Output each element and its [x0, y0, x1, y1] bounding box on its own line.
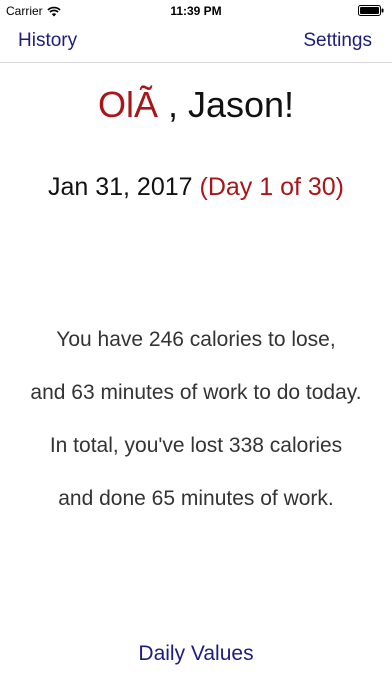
- battery-icon: [358, 5, 384, 16]
- app-screen: Carrier 11:39 PM History Settings OlÃ , …: [0, 0, 392, 696]
- current-date: Jan 31, 2017: [47, 173, 193, 201]
- navigation-bar: History Settings: [0, 22, 392, 63]
- settings-button[interactable]: Settings: [303, 30, 372, 52]
- summary-line-calories-left: You have 246 calories to lose,: [56, 328, 336, 351]
- progress-summary: You have 246 calories to lose, and 63 mi…: [0, 320, 392, 532]
- date-line: Jan 31, 2017 (Day 1 of 30): [0, 173, 392, 202]
- daily-values-button[interactable]: Daily Values: [0, 642, 392, 666]
- status-time: 11:39 PM: [170, 4, 222, 18]
- greeting: OlÃ , Jason!: [0, 84, 392, 126]
- history-button[interactable]: History: [18, 30, 77, 52]
- summary-line-calories-lost: In total, you've lost 338 calories: [49, 434, 343, 457]
- status-bar: Carrier 11:39 PM: [0, 0, 392, 22]
- greeting-hello: OlÃ: [97, 84, 158, 125]
- day-count: (Day 1 of 30): [199, 173, 345, 201]
- summary-line-minutes-done: and done 65 minutes of work.: [58, 487, 334, 510]
- summary-line-minutes-left: and 63 minutes of work to do today.: [30, 381, 362, 404]
- greeting-name: , Jason!: [157, 84, 295, 125]
